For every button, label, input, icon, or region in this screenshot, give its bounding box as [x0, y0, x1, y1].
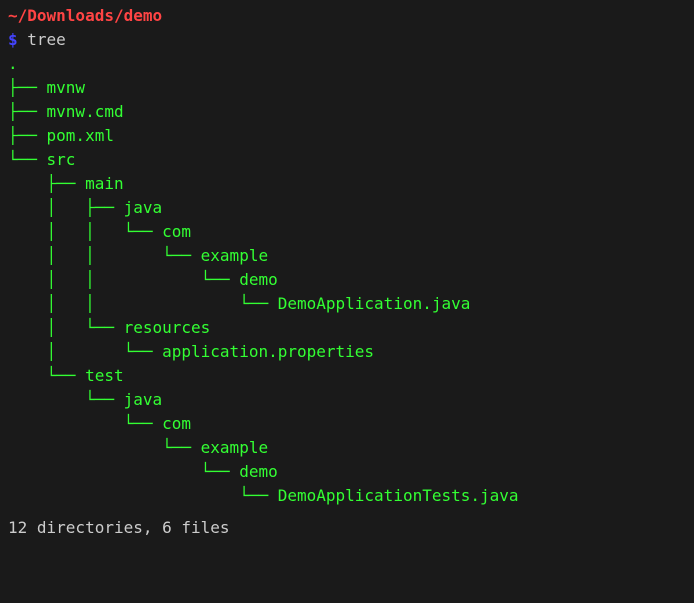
tree-line-13: └── test	[8, 364, 686, 388]
tree-line-3: ├── pom.xml	[8, 124, 686, 148]
tree-line-11: │ └── resources	[8, 316, 686, 340]
prompt-path: ~/Downloads/demo	[8, 4, 686, 28]
tree-line-18: └── DemoApplicationTests.java	[8, 484, 686, 508]
tree-line-5: ├── main	[8, 172, 686, 196]
command: tree	[27, 30, 66, 49]
tree-line-17: └── demo	[8, 460, 686, 484]
tree-line-1: ├── mvnw	[8, 76, 686, 100]
tree-line-0: .	[8, 52, 686, 76]
terminal-output: ~/Downloads/demo $ tree . ├── mvnw ├── m…	[8, 4, 686, 540]
tree-line-6: │ ├── java	[8, 196, 686, 220]
tree-line-10: │ │ └── DemoApplication.java	[8, 292, 686, 316]
command-line: $ tree	[8, 28, 686, 52]
tree-line-15: └── com	[8, 412, 686, 436]
tree-line-2: ├── mvnw.cmd	[8, 100, 686, 124]
prompt-symbol: $	[8, 30, 18, 49]
tree-line-9: │ │ └── demo	[8, 268, 686, 292]
tree-summary: 12 directories, 6 files	[8, 516, 686, 540]
tree-line-7: │ │ └── com	[8, 220, 686, 244]
tree-line-12: │ └── application.properties	[8, 340, 686, 364]
tree-line-16: └── example	[8, 436, 686, 460]
tree-line-14: └── java	[8, 388, 686, 412]
tree-line-8: │ │ └── example	[8, 244, 686, 268]
tree-line-4: └── src	[8, 148, 686, 172]
